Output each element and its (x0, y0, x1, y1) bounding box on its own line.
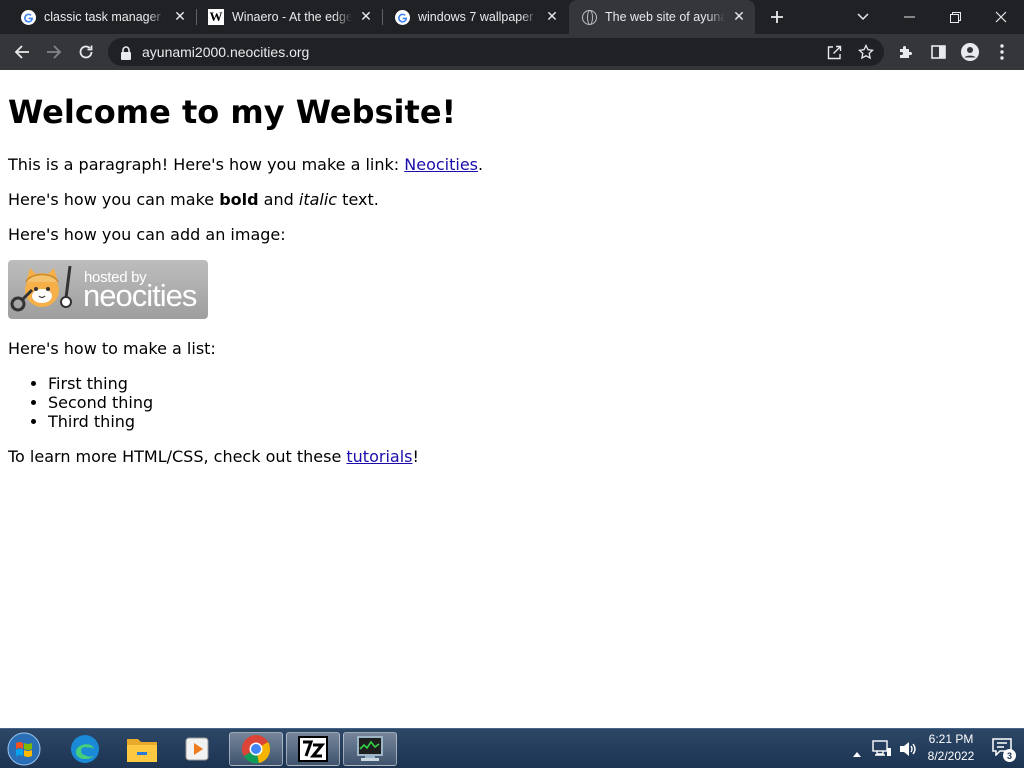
back-arrow-icon (14, 45, 29, 59)
minimize-button[interactable] (886, 0, 932, 34)
winaero-icon: W (208, 9, 224, 25)
globe-icon (581, 9, 597, 25)
paragraph-text: This is a paragraph! Here's how you make… (8, 155, 405, 174)
example-list: First thing Second thing Third thing (8, 374, 1016, 431)
plus-icon (771, 11, 783, 23)
side-panel-icon (930, 45, 946, 59)
tab-windows-7-wallpaper[interactable]: windows 7 wallpaper - ✕ (382, 0, 568, 34)
paragraph-image: Here's how you can add an image: (8, 225, 286, 244)
7zip-icon (298, 736, 328, 762)
restore-icon (949, 11, 961, 23)
close-window-button[interactable] (978, 0, 1024, 34)
taskbar-task-manager[interactable] (343, 732, 397, 766)
italic-text: italic (298, 190, 338, 209)
puzzle-icon (900, 46, 912, 58)
forward-button[interactable] (40, 38, 68, 66)
tab-ayunami-website[interactable]: The web site of ayunami ✕ (569, 0, 755, 34)
taskbar-file-explorer[interactable] (115, 732, 169, 766)
taskbar-7zip[interactable] (286, 732, 340, 766)
volume-icon[interactable] (898, 740, 918, 762)
close-tab-icon[interactable]: ✕ (544, 9, 560, 25)
chevron-down-icon (857, 13, 869, 21)
share-button[interactable] (824, 42, 844, 62)
tab-title: classic task manager do (44, 10, 166, 24)
web-page-content: Welcome to my Website! This is a paragra… (0, 70, 1024, 728)
paragraph-tutorials: To learn more HTML/CSS, check out these … (8, 447, 1016, 466)
close-tab-icon[interactable]: ✕ (172, 9, 188, 25)
paragraph-text: and (258, 190, 299, 209)
browser-toolbar: ayunami2000.neocities.org (0, 34, 1024, 70)
back-button[interactable] (8, 38, 36, 66)
list-item: Third thing (48, 412, 1016, 431)
url-text[interactable]: ayunami2000.neocities.org (142, 44, 309, 60)
paragraph-text: text. (337, 190, 379, 209)
media-player-icon (185, 737, 209, 761)
profile-button[interactable] (956, 38, 984, 66)
page-title: Welcome to my Website! (8, 93, 457, 131)
minimize-icon (903, 16, 915, 18)
tutorials-link[interactable]: tutorials (346, 447, 412, 466)
reload-button[interactable] (72, 38, 100, 66)
close-icon (995, 11, 1007, 23)
start-button[interactable] (4, 730, 44, 768)
paragraph-formatting: Here's how you can make bold and italic … (8, 190, 1016, 209)
paragraph-end: . (478, 155, 484, 174)
close-tab-icon[interactable]: ✕ (731, 9, 747, 25)
profile-icon (961, 43, 979, 61)
paragraph-link: This is a paragraph! Here's how you make… (8, 155, 1016, 174)
reload-icon (79, 45, 93, 59)
chrome-icon (242, 735, 271, 764)
forward-arrow-icon (47, 45, 62, 59)
tab-title: The web site of ayunami (605, 10, 725, 24)
side-panel-button[interactable] (924, 38, 952, 66)
paragraph-text: Here's how you can make (8, 190, 220, 209)
neocities-cat-icon (10, 265, 72, 312)
restore-button[interactable] (932, 0, 978, 34)
bold-text: bold (219, 190, 259, 209)
google-icon (394, 9, 410, 25)
bookmark-button[interactable] (856, 42, 876, 62)
neocities-badge-image: hosted by neocities (8, 260, 208, 319)
new-tab-button[interactable] (766, 6, 788, 28)
windows-orb-icon (7, 732, 41, 766)
taskbar: 6:21 PM 8/2/2022 3 (0, 728, 1024, 768)
taskbar-media-player[interactable] (170, 732, 224, 766)
tab-classic-task-manager[interactable]: classic task manager do ✕ (8, 0, 196, 34)
star-icon (858, 44, 874, 60)
taskbar-edge[interactable] (58, 732, 112, 766)
tab-search-button[interactable] (840, 0, 886, 34)
show-hidden-icons-button[interactable] (852, 743, 862, 762)
list-item: Second thing (48, 393, 1016, 412)
notification-count-badge: 3 (1003, 749, 1016, 762)
file-explorer-icon (127, 739, 157, 762)
system-clock[interactable]: 6:21 PM 8/2/2022 (920, 731, 982, 765)
paragraph-list-intro: Here's how to make a list: (8, 339, 216, 358)
google-icon (20, 9, 36, 25)
badge-neocities-text: neocities (83, 278, 197, 313)
list-item: First thing (48, 374, 1016, 393)
kebab-menu-icon (1000, 44, 1004, 60)
extensions-button[interactable] (892, 38, 920, 66)
address-bar[interactable]: ayunami2000.neocities.org (108, 38, 884, 66)
taskbar-chrome[interactable] (229, 732, 283, 766)
task-manager-icon (357, 736, 383, 761)
tab-strip: classic task manager do ✕ W Winaero - At… (0, 0, 1024, 34)
clock-date: 8/2/2022 (927, 749, 975, 763)
neocities-link[interactable]: Neocities (404, 155, 478, 174)
menu-button[interactable] (988, 38, 1016, 66)
paragraph-text: To learn more HTML/CSS, check out these (8, 447, 347, 466)
tab-title: windows 7 wallpaper - (418, 10, 538, 24)
tab-winaero[interactable]: W Winaero - At the edge ✕ (196, 0, 382, 34)
tab-title: Winaero - At the edge (232, 10, 352, 24)
close-tab-icon[interactable]: ✕ (358, 9, 374, 25)
network-icon[interactable] (872, 740, 892, 762)
paragraph-end: ! (412, 447, 419, 466)
edge-icon (71, 735, 99, 763)
share-icon (827, 45, 841, 59)
chevron-up-icon (853, 752, 861, 757)
lock-icon[interactable] (120, 45, 132, 64)
clock-time: 6:21 PM (928, 732, 974, 746)
